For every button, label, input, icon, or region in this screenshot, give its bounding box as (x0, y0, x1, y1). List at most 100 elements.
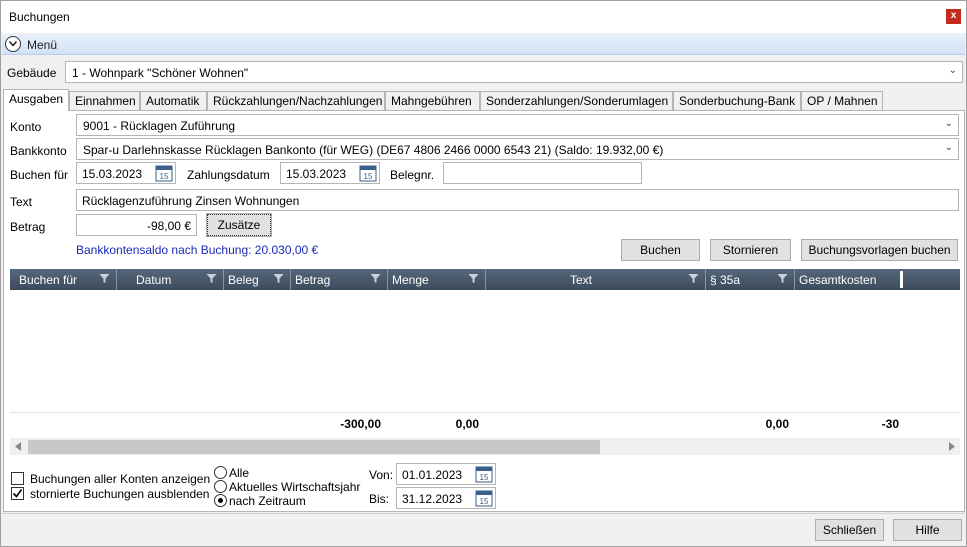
belegnr-input[interactable] (443, 162, 642, 184)
zusaetze-button[interactable]: Zusätze (206, 213, 272, 237)
column-text[interactable]: Text (486, 269, 706, 290)
filter-icon[interactable] (370, 273, 381, 284)
scroll-left-icon[interactable] (14, 442, 22, 451)
column-menge[interactable]: Menge (388, 269, 486, 290)
title-bar: Buchungen x (1, 1, 966, 33)
stornierte-checkbox[interactable] (11, 487, 24, 500)
checkmark-icon (12, 489, 23, 498)
footer-divider (2, 513, 965, 514)
chevron-down-icon[interactable] (5, 36, 21, 52)
konto-select[interactable]: 9001 - Rücklagen Zuführung ⌄ (76, 114, 959, 136)
column-buchen-fuer[interactable]: Buchen für (10, 269, 117, 290)
sum-gesamt: -30 (881, 417, 899, 431)
betrag-value: -98,00 € (146, 219, 191, 233)
chevron-down-icon: ⌄ (948, 65, 957, 76)
sum-row: -300,00 0,00 0,00 -30 (10, 412, 960, 434)
tab-ausgaben[interactable]: Ausgaben (3, 89, 69, 111)
zahlungsdatum-value: 15.03.2023 (286, 167, 347, 181)
chevron-down-icon: ⌄ (944, 142, 953, 153)
filter-icon[interactable] (206, 273, 217, 284)
konto-value: 9001 - Rücklagen Zuführung (83, 119, 236, 133)
stornierte-label[interactable]: stornierte Buchungen ausblenden (30, 487, 209, 501)
tab-sonderbuchung-bank[interactable]: Sonderbuchung-Bank (673, 91, 801, 111)
radio-alle[interactable] (214, 466, 227, 479)
calendar-icon[interactable]: 15 (475, 489, 493, 507)
text-label: Text (10, 195, 33, 209)
buchen-fuer-value: 15.03.2023 (82, 167, 143, 181)
filter-icon[interactable] (99, 273, 110, 284)
bankkonto-select[interactable]: Spar-u Darlehnskasse Rücklagen Bankonto … (76, 138, 959, 160)
menu-bar[interactable]: Menü (2, 34, 965, 55)
hilfe-button[interactable]: Hilfe (893, 519, 962, 541)
alle-konten-checkbox[interactable] (11, 472, 24, 485)
stornieren-button[interactable]: Stornieren (710, 239, 791, 261)
bis-value: 31.12.2023 (402, 492, 463, 506)
menu-label[interactable]: Menü (27, 38, 57, 52)
calendar-icon[interactable]: 15 (359, 164, 377, 182)
tab-mahngebuehren[interactable]: Mahngebühren (385, 91, 480, 111)
tab-sonderzahlungen[interactable]: Sonderzahlungen/Sonderumlagen (480, 91, 673, 111)
grid-header: Buchen für Datum Beleg Betrag Menge Text… (10, 269, 960, 290)
close-icon[interactable]: x (946, 9, 961, 24)
radio-zeitraum[interactable] (214, 494, 227, 507)
bankkonto-label: Bankkonto (10, 144, 67, 158)
sum-menge: 0,00 (455, 417, 479, 431)
radio-wirtschaftsjahr[interactable] (214, 480, 227, 493)
radio-wirtschaftsjahr-label[interactable]: Aktuelles Wirtschaftsjahr (229, 480, 360, 494)
von-date[interactable]: 01.01.2023 15 (396, 463, 496, 485)
buchen-fuer-date[interactable]: 15.03.2023 15 (76, 162, 176, 184)
betrag-label: Betrag (10, 220, 46, 234)
bis-label: Bis: (369, 492, 390, 506)
text-value: Rücklagenzuführung Zinsen Wohnungen (82, 194, 300, 208)
scrollbar-thumb[interactable] (28, 440, 600, 454)
filter-icon[interactable] (468, 273, 479, 284)
calendar-icon[interactable]: 15 (155, 164, 173, 182)
tab-rueckzahlungen[interactable]: Rückzahlungen/Nachzahlungen (207, 91, 385, 111)
buchen-fuer-label: Buchen für (10, 168, 69, 182)
window-title: Buchungen (9, 10, 70, 24)
von-label: Von: (369, 468, 394, 482)
svg-text:15: 15 (480, 497, 489, 506)
grid-body[interactable] (10, 290, 960, 412)
column-resize-handle[interactable] (900, 271, 903, 288)
saldo-text: Bankkontensaldo nach Buchung: 20.030,00 … (76, 243, 319, 257)
buchungen-window: Buchungen x Menü Gebäude 1 - Wohnpark "S… (0, 0, 967, 547)
scroll-right-icon[interactable] (948, 442, 956, 451)
schliessen-button[interactable]: Schließen (815, 519, 884, 541)
filter-icon[interactable] (688, 273, 699, 284)
gebaeude-label: Gebäude (7, 66, 57, 80)
bis-date[interactable]: 31.12.2023 15 (396, 487, 496, 509)
alle-konten-label[interactable]: Buchungen aller Konten anzeigen (30, 472, 210, 486)
sum-betrag: -300,00 (340, 417, 381, 431)
column-datum[interactable]: Datum (117, 269, 224, 290)
svg-text:15: 15 (160, 172, 169, 181)
calendar-icon[interactable]: 15 (475, 465, 493, 483)
bankkonto-value: Spar-u Darlehnskasse Rücklagen Bankonto … (83, 143, 664, 157)
horizontal-scrollbar[interactable] (10, 438, 960, 455)
column-35a[interactable]: § 35a (706, 269, 795, 290)
tab-einnahmen[interactable]: Einnahmen (69, 91, 140, 111)
svg-text:15: 15 (364, 172, 373, 181)
column-gesamtkosten[interactable]: Gesamtkosten (795, 269, 960, 290)
radio-alle-label[interactable]: Alle (229, 466, 249, 480)
gebaeude-select[interactable]: 1 - Wohnpark "Schöner Wohnen" ⌄ (65, 61, 963, 83)
chevron-down-icon: ⌄ (944, 118, 953, 129)
column-beleg[interactable]: Beleg (224, 269, 291, 290)
betrag-input[interactable]: -98,00 € (76, 214, 197, 236)
svg-text:15: 15 (480, 473, 489, 482)
tab-op-mahnen[interactable]: OP / Mahnen (801, 91, 883, 111)
radio-zeitraum-label[interactable]: nach Zeitraum (229, 494, 306, 508)
column-betrag[interactable]: Betrag (291, 269, 388, 290)
zahlungsdatum-label: Zahlungsdatum (187, 168, 270, 182)
tab-automatik[interactable]: Automatik (140, 91, 207, 111)
gebaeude-value: 1 - Wohnpark "Schöner Wohnen" (72, 66, 249, 80)
von-value: 01.01.2023 (402, 468, 463, 482)
buchungsvorlagen-button[interactable]: Buchungsvorlagen buchen (801, 239, 958, 261)
text-input[interactable]: Rücklagenzuführung Zinsen Wohnungen (76, 189, 959, 211)
filter-icon[interactable] (273, 273, 284, 284)
sum-35a: 0,00 (765, 417, 789, 431)
konto-label: Konto (10, 120, 42, 134)
filter-icon[interactable] (777, 273, 788, 284)
zahlungsdatum-date[interactable]: 15.03.2023 15 (280, 162, 380, 184)
buchen-button[interactable]: Buchen (621, 239, 700, 261)
